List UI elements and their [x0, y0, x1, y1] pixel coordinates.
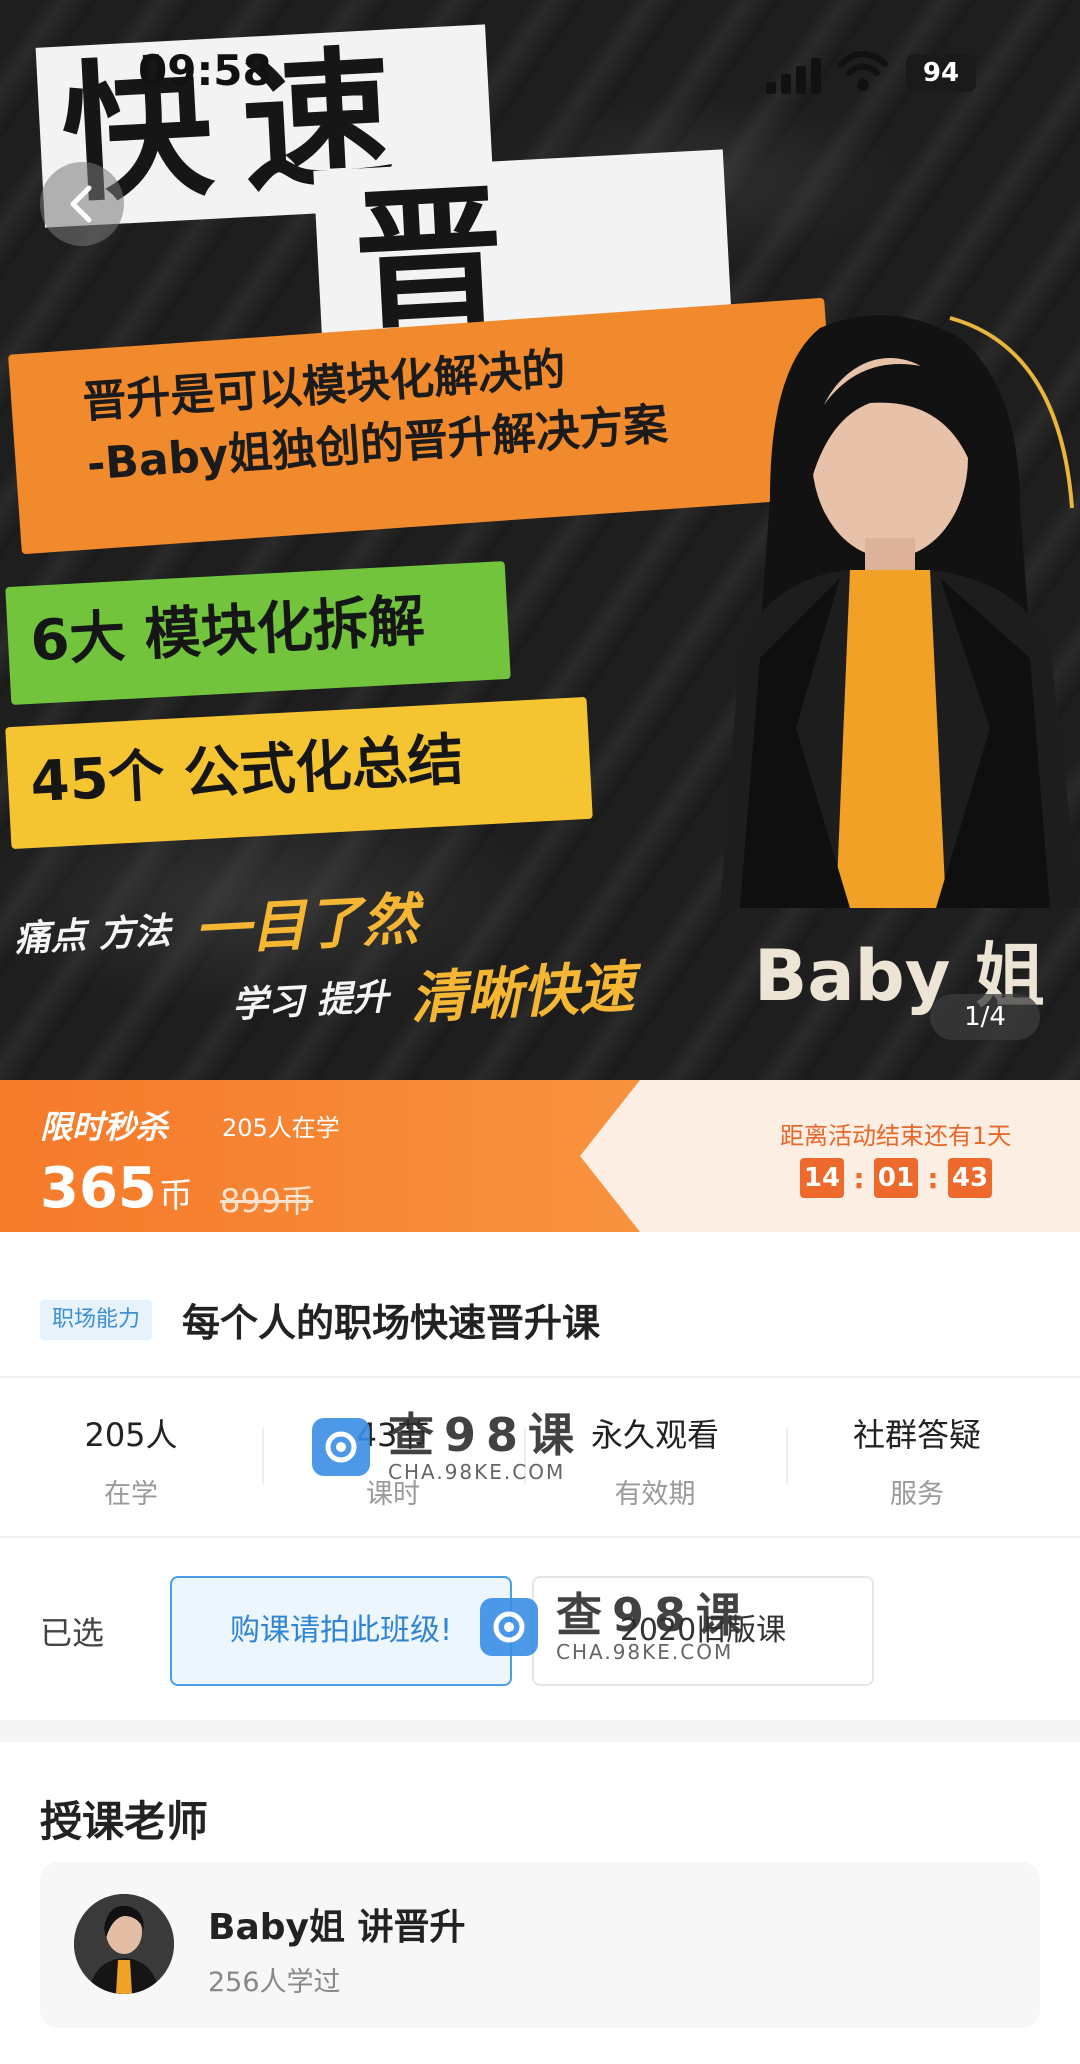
- back-button[interactable]: [40, 162, 124, 246]
- battery-icon: 94: [906, 54, 976, 92]
- course-title: 每个人的职场快速晋升课: [182, 1301, 601, 1345]
- selection-label: 已选: [40, 1614, 105, 1652]
- teacher-name: Baby姐 讲晋升: [208, 1907, 466, 1948]
- banner-tag1-plain: 痛点 方法: [13, 910, 172, 961]
- teacher-photo: [720, 315, 1080, 908]
- teacher-learned-count: 256人学过: [208, 1967, 341, 1998]
- banner-tag1-accent: 一目了然: [192, 887, 420, 964]
- countdown-separator: :: [853, 1161, 865, 1195]
- course-banner[interactable]: 快速 晋升 晋升是可以模块化解决的 -Baby姐独创的晋升解决方案 6大 模块化…: [0, 0, 1080, 1080]
- chevron-left-icon: [70, 185, 92, 223]
- watermark-text: 查98课: [388, 1408, 585, 1462]
- sale-price: 365币: [40, 1156, 193, 1221]
- watermark-url: CHA.98KE.COM: [388, 1460, 566, 1484]
- signal-icon: [766, 58, 821, 94]
- divider: [0, 1536, 1080, 1538]
- stat-label: 在学: [104, 1479, 158, 1510]
- status-time: 09:58: [138, 46, 272, 95]
- countdown-label: 距离活动结束还有1天: [780, 1122, 1012, 1150]
- sale-original-price: 899币: [220, 1182, 314, 1220]
- countdown-hours: 14: [800, 1158, 844, 1198]
- sale-learners: 205人在学: [222, 1114, 340, 1142]
- watermark-text: 查98课: [556, 1588, 753, 1642]
- sale-price-value: 365: [40, 1156, 157, 1221]
- stat-learners: 205人 在学: [0, 1380, 262, 1530]
- sale-label: 限时秒杀: [40, 1108, 169, 1146]
- watermark-logo-icon: [312, 1418, 370, 1476]
- teacher-section-title: 授课老师: [40, 1797, 209, 1846]
- watermark: 查98课 CHA.98KE.COM: [480, 1590, 752, 1664]
- status-bar: 09:58 94: [0, 0, 1080, 150]
- teacher-card[interactable]: Baby姐 讲晋升 256人学过: [40, 1862, 1040, 2028]
- class-option-selected[interactable]: 购课请拍此班级!: [170, 1576, 512, 1686]
- stat-value: 205人: [84, 1416, 178, 1454]
- countdown-separator: :: [927, 1161, 939, 1195]
- countdown-seconds: 43: [948, 1158, 992, 1198]
- banner-tag2-plain: 学习 提升: [231, 976, 390, 1027]
- sale-price-unit: 币: [158, 1176, 193, 1216]
- avatar: [74, 1894, 174, 1994]
- countdown-timer: 14 : 01 : 43: [800, 1158, 992, 1198]
- teacher-avatar-image: [74, 1894, 174, 1994]
- countdown-minutes: 01: [874, 1158, 918, 1198]
- watermark-url: CHA.98KE.COM: [556, 1640, 734, 1664]
- flash-sale-bar: 限时秒杀 205人在学 365币 899币 距离活动结束还有1天 14 : 01…: [0, 1080, 1080, 1232]
- section-gap: [0, 1720, 1080, 1742]
- banner-tag2-accent: 清晰快速: [408, 955, 636, 1032]
- category-badge: 职场能力: [40, 1300, 153, 1340]
- stat-service: 社群答疑 服务: [786, 1380, 1048, 1530]
- wifi-icon: [838, 51, 888, 91]
- stat-value: 社群答疑: [852, 1416, 981, 1454]
- stat-label: 服务: [890, 1479, 944, 1510]
- banner-page-indicator: 1/4: [930, 994, 1040, 1040]
- divider: [0, 1376, 1080, 1378]
- watermark-logo-icon: [480, 1598, 538, 1656]
- watermark: 查98课 CHA.98KE.COM: [312, 1410, 584, 1484]
